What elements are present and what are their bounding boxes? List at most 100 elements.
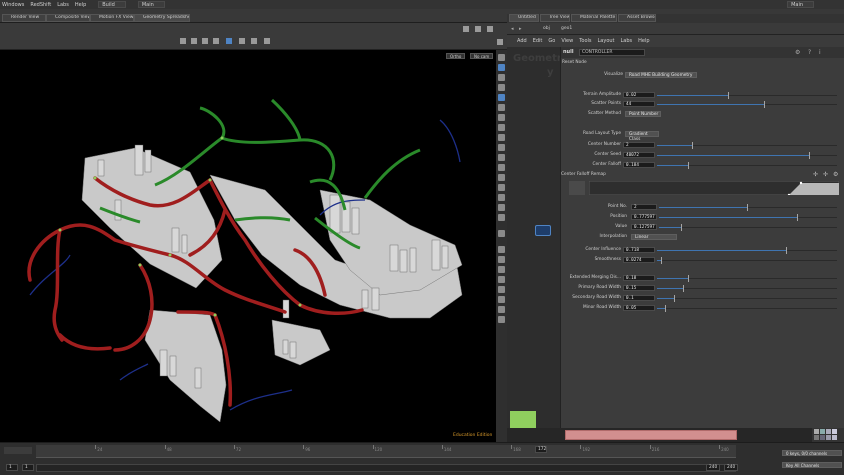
center-falloff-slider[interactable] <box>657 162 837 169</box>
key-channels-button[interactable]: Key All Channels <box>782 462 842 468</box>
gear-icon[interactable]: ⚙ <box>795 49 800 56</box>
transform-tool-icon[interactable] <box>191 38 197 44</box>
start-frame-field[interactable]: 1 <box>6 464 18 471</box>
tab-material-palette[interactable]: Material Palette <box>571 14 617 22</box>
ghost-icon[interactable] <box>498 54 505 61</box>
flipbook-icon[interactable] <box>498 184 505 191</box>
point-no-slider[interactable] <box>659 204 837 211</box>
position-slider[interactable] <box>659 214 837 221</box>
color-swatch[interactable] <box>832 429 837 434</box>
link-icon[interactable] <box>498 246 505 253</box>
color-swatch[interactable] <box>814 429 819 434</box>
background-icon[interactable] <box>498 134 505 141</box>
frame-selected-icon[interactable] <box>498 306 505 313</box>
extended-merging-field[interactable]: 0.18 <box>623 275 655 281</box>
color-swatch[interactable] <box>832 435 837 440</box>
slider-knob[interactable] <box>674 295 675 302</box>
center-number-slider[interactable] <box>657 142 837 149</box>
slider-knob[interactable] <box>683 285 684 292</box>
lights-icon[interactable] <box>498 114 505 121</box>
safe-area-icon[interactable] <box>498 154 505 161</box>
split-view-icon[interactable] <box>475 26 481 32</box>
slider-knob[interactable] <box>665 305 666 312</box>
scatter-method-dropdown[interactable]: Point Number <box>625 111 661 117</box>
shading-mode-icon[interactable] <box>498 94 505 101</box>
net-menu-tools[interactable]: Tools <box>579 38 591 44</box>
menu-windows[interactable]: Windows <box>2 2 24 8</box>
view-home-icon[interactable] <box>498 286 505 293</box>
timeline-ruler[interactable]: 24 48 72 96 120 144 168 192 216 240 <box>36 445 736 458</box>
tab-untitled[interactable]: Untitled <box>509 14 539 22</box>
menu-help[interactable]: Help <box>75 2 86 8</box>
visualize-dropdown[interactable]: Road MHE Building Geometry <box>625 72 697 78</box>
slider-knob[interactable] <box>688 275 690 282</box>
playback-controls[interactable] <box>4 447 32 454</box>
start-frame-field-2[interactable]: 1 <box>22 464 34 471</box>
timeline-range-bar[interactable] <box>36 464 736 472</box>
center-seed-slider[interactable] <box>657 152 837 159</box>
grid-icon[interactable] <box>498 124 505 131</box>
rotate-tool-icon[interactable] <box>202 38 208 44</box>
net-menu-help[interactable]: Help <box>638 38 649 44</box>
snap-icon[interactable] <box>239 38 245 44</box>
tab-geometry-spreadsheet[interactable]: Geometry Spreadsheet <box>134 14 190 22</box>
tab-composite-view[interactable]: Composite View <box>46 14 90 22</box>
smoothness-field[interactable]: 0.0274 <box>623 257 655 263</box>
ramp-tools[interactable] <box>569 181 585 195</box>
maximize-icon[interactable] <box>487 26 493 32</box>
node-name-field[interactable]: CONTROLLER <box>579 49 645 56</box>
network-editor[interactable]: Geometr y <box>507 47 561 442</box>
reset-node-label[interactable]: Reset Node <box>561 59 587 66</box>
camera-icon[interactable] <box>264 38 270 44</box>
net-menu-go[interactable]: Go <box>548 38 555 44</box>
render-icon[interactable] <box>498 194 505 201</box>
color-swatch[interactable] <box>826 435 831 440</box>
right-dropdown[interactable]: Main <box>787 1 814 8</box>
tab-tree-view[interactable]: Tree View <box>540 14 570 22</box>
hide-icon[interactable] <box>498 214 505 221</box>
ramp-settings-icon[interactable]: ⚙ <box>833 171 838 178</box>
net-menu-layout[interactable]: Layout <box>598 38 615 44</box>
end-frame-field[interactable]: 240 <box>706 464 720 471</box>
color-swatch[interactable] <box>826 429 831 434</box>
center-falloff-field[interactable]: 0.184 <box>623 162 655 168</box>
isolate-icon[interactable] <box>498 204 505 211</box>
primary-road-width-field[interactable]: 0.15 <box>623 285 655 291</box>
scatter-points-field[interactable]: 44 <box>623 101 655 107</box>
slider-knob[interactable] <box>796 214 798 221</box>
point-no-field[interactable]: 2 <box>631 204 657 210</box>
display-options-icon[interactable] <box>497 39 503 45</box>
scene-dropdown[interactable]: Main <box>137 1 165 8</box>
menu-redshift[interactable]: RedShift <box>30 2 51 8</box>
slider-knob[interactable] <box>747 204 748 211</box>
secondary-road-width-field[interactable]: 0.1 <box>623 295 655 301</box>
tab-motion-fx-view[interactable]: Motion FX View <box>90 14 134 22</box>
smoothness-slider[interactable] <box>657 257 837 264</box>
path-obj[interactable]: obj <box>543 26 550 31</box>
slider-knob[interactable] <box>785 247 787 254</box>
lightbulb-icon[interactable] <box>498 316 505 323</box>
display-primitives-icon[interactable] <box>498 84 505 91</box>
wireframe-icon[interactable] <box>498 104 505 111</box>
display-normals-icon[interactable] <box>498 74 505 81</box>
guides-icon[interactable] <box>498 144 505 151</box>
slider-knob[interactable] <box>692 142 693 149</box>
net-menu-edit[interactable]: Edit <box>533 38 543 44</box>
stereo-icon[interactable] <box>498 256 505 263</box>
bookmark-icon[interactable] <box>498 266 505 273</box>
info-icon[interactable]: i <box>819 49 821 56</box>
channels-dropdown[interactable]: 0 keys, 0/0 channels <box>782 450 842 456</box>
menu-labs[interactable]: Labs <box>57 2 69 8</box>
color-swatch[interactable] <box>820 429 825 434</box>
lock-icon[interactable] <box>498 230 505 237</box>
color-swatch[interactable] <box>814 435 819 440</box>
terrain-amplitude-slider[interactable] <box>657 92 837 99</box>
net-menu-view[interactable]: View <box>561 38 573 44</box>
center-seed-field[interactable]: 40072 <box>623 152 655 158</box>
frame-all-icon[interactable] <box>498 296 505 303</box>
terrain-amplitude-field[interactable]: 0.02 <box>623 92 655 98</box>
select-tool-icon[interactable] <box>180 38 186 44</box>
slider-knob[interactable] <box>728 92 729 99</box>
slider-knob[interactable] <box>809 152 810 159</box>
minor-road-width-field[interactable]: 0.05 <box>623 305 655 311</box>
